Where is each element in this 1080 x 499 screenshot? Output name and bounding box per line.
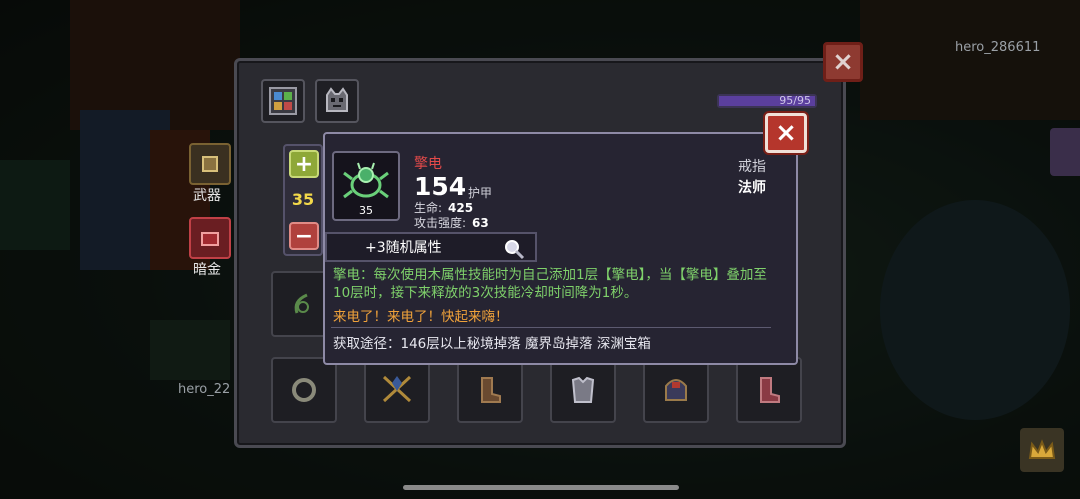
item-tooltip: 35 擎电 154 护甲 生命: 425 攻击强度: 63 戒指 法师 +3随机属性…: [323, 132, 798, 365]
inventory-slot[interactable]: [271, 357, 337, 423]
weapon-category-label: 武器: [193, 188, 221, 204]
magnifier-icon[interactable]: [503, 238, 525, 260]
item-level: 35: [359, 204, 373, 217]
armor-icon: [571, 376, 595, 403]
item-flavor-text: 来电了！来电了！快起来嗨！: [333, 309, 509, 325]
item-icon-box: 35: [332, 151, 400, 221]
inventory-slot[interactable]: [550, 357, 616, 423]
player-name: hero_286611: [955, 40, 1041, 55]
quantity-stepper: + 35 −: [283, 144, 323, 256]
sub-stat-label: 攻击强度:: [414, 216, 467, 230]
inventory-slot[interactable]: [643, 357, 709, 423]
chest-icon: [201, 232, 219, 246]
sub-stat-value: 63: [472, 216, 489, 230]
main-stat-value: 154: [414, 172, 467, 201]
item-source: 获取途径：146层以上秘境掉落 魔界岛掉落 深渊宝箱: [333, 336, 651, 352]
item-description: 擎电：每次使用木属性技能时为自己添加1层【擎电】，当【擎电】叠加至10层时，接下…: [333, 267, 767, 301]
divider: [331, 327, 771, 328]
inventory-slot[interactable]: [736, 357, 802, 423]
random-attributes-bar[interactable]: +3随机属性: [325, 232, 537, 262]
stepper-value: 35: [291, 190, 315, 209]
player-name: hero_22: [178, 382, 231, 397]
inventory-slot[interactable]: [364, 357, 430, 423]
inventory-slot[interactable]: [457, 357, 523, 423]
crossbow-icon: [382, 375, 412, 403]
item-type: 戒指: [738, 159, 766, 175]
tab-mask[interactable]: [315, 79, 359, 123]
item-class: 法师: [738, 180, 766, 196]
boots-icon: [481, 377, 501, 403]
tab-backpack[interactable]: [261, 79, 305, 123]
ring-icon: [292, 378, 316, 402]
close-tooltip-button[interactable]: ×: [765, 113, 807, 153]
boots-red-icon: [760, 377, 780, 403]
increase-button[interactable]: +: [289, 150, 319, 178]
sub-stat-value: 425: [448, 201, 474, 215]
weapon-icon: [202, 156, 218, 172]
close-inventory-button[interactable]: ×: [823, 42, 863, 82]
close-icon: ×: [832, 47, 854, 77]
crown-button[interactable]: [1020, 428, 1064, 472]
capacity-bar: 95/95: [717, 94, 817, 108]
home-indicator[interactable]: [403, 485, 679, 490]
item-name: 擎电: [414, 156, 442, 172]
gold-category-button[interactable]: [189, 217, 231, 259]
weapon-category-button[interactable]: [189, 143, 231, 185]
bow-icon: [294, 293, 309, 314]
sub-stat-row: 攻击强度: 63: [414, 214, 489, 231]
decrease-button[interactable]: −: [289, 222, 319, 250]
capacity-text: 95/95: [779, 94, 811, 107]
helmet-icon: [665, 379, 687, 401]
backpack-grid-icon: [269, 87, 297, 115]
ghost-mask-icon: [326, 87, 348, 112]
gold-category-label: 暗金: [193, 262, 221, 278]
side-menu-button[interactable]: [1050, 128, 1080, 176]
close-icon: ×: [775, 118, 797, 148]
sub-stat-label: 生命:: [414, 201, 443, 215]
random-attributes-label: +3随机属性: [365, 240, 442, 256]
green-beetle-ring-icon: [343, 162, 389, 199]
crown-icon: [1028, 439, 1056, 459]
